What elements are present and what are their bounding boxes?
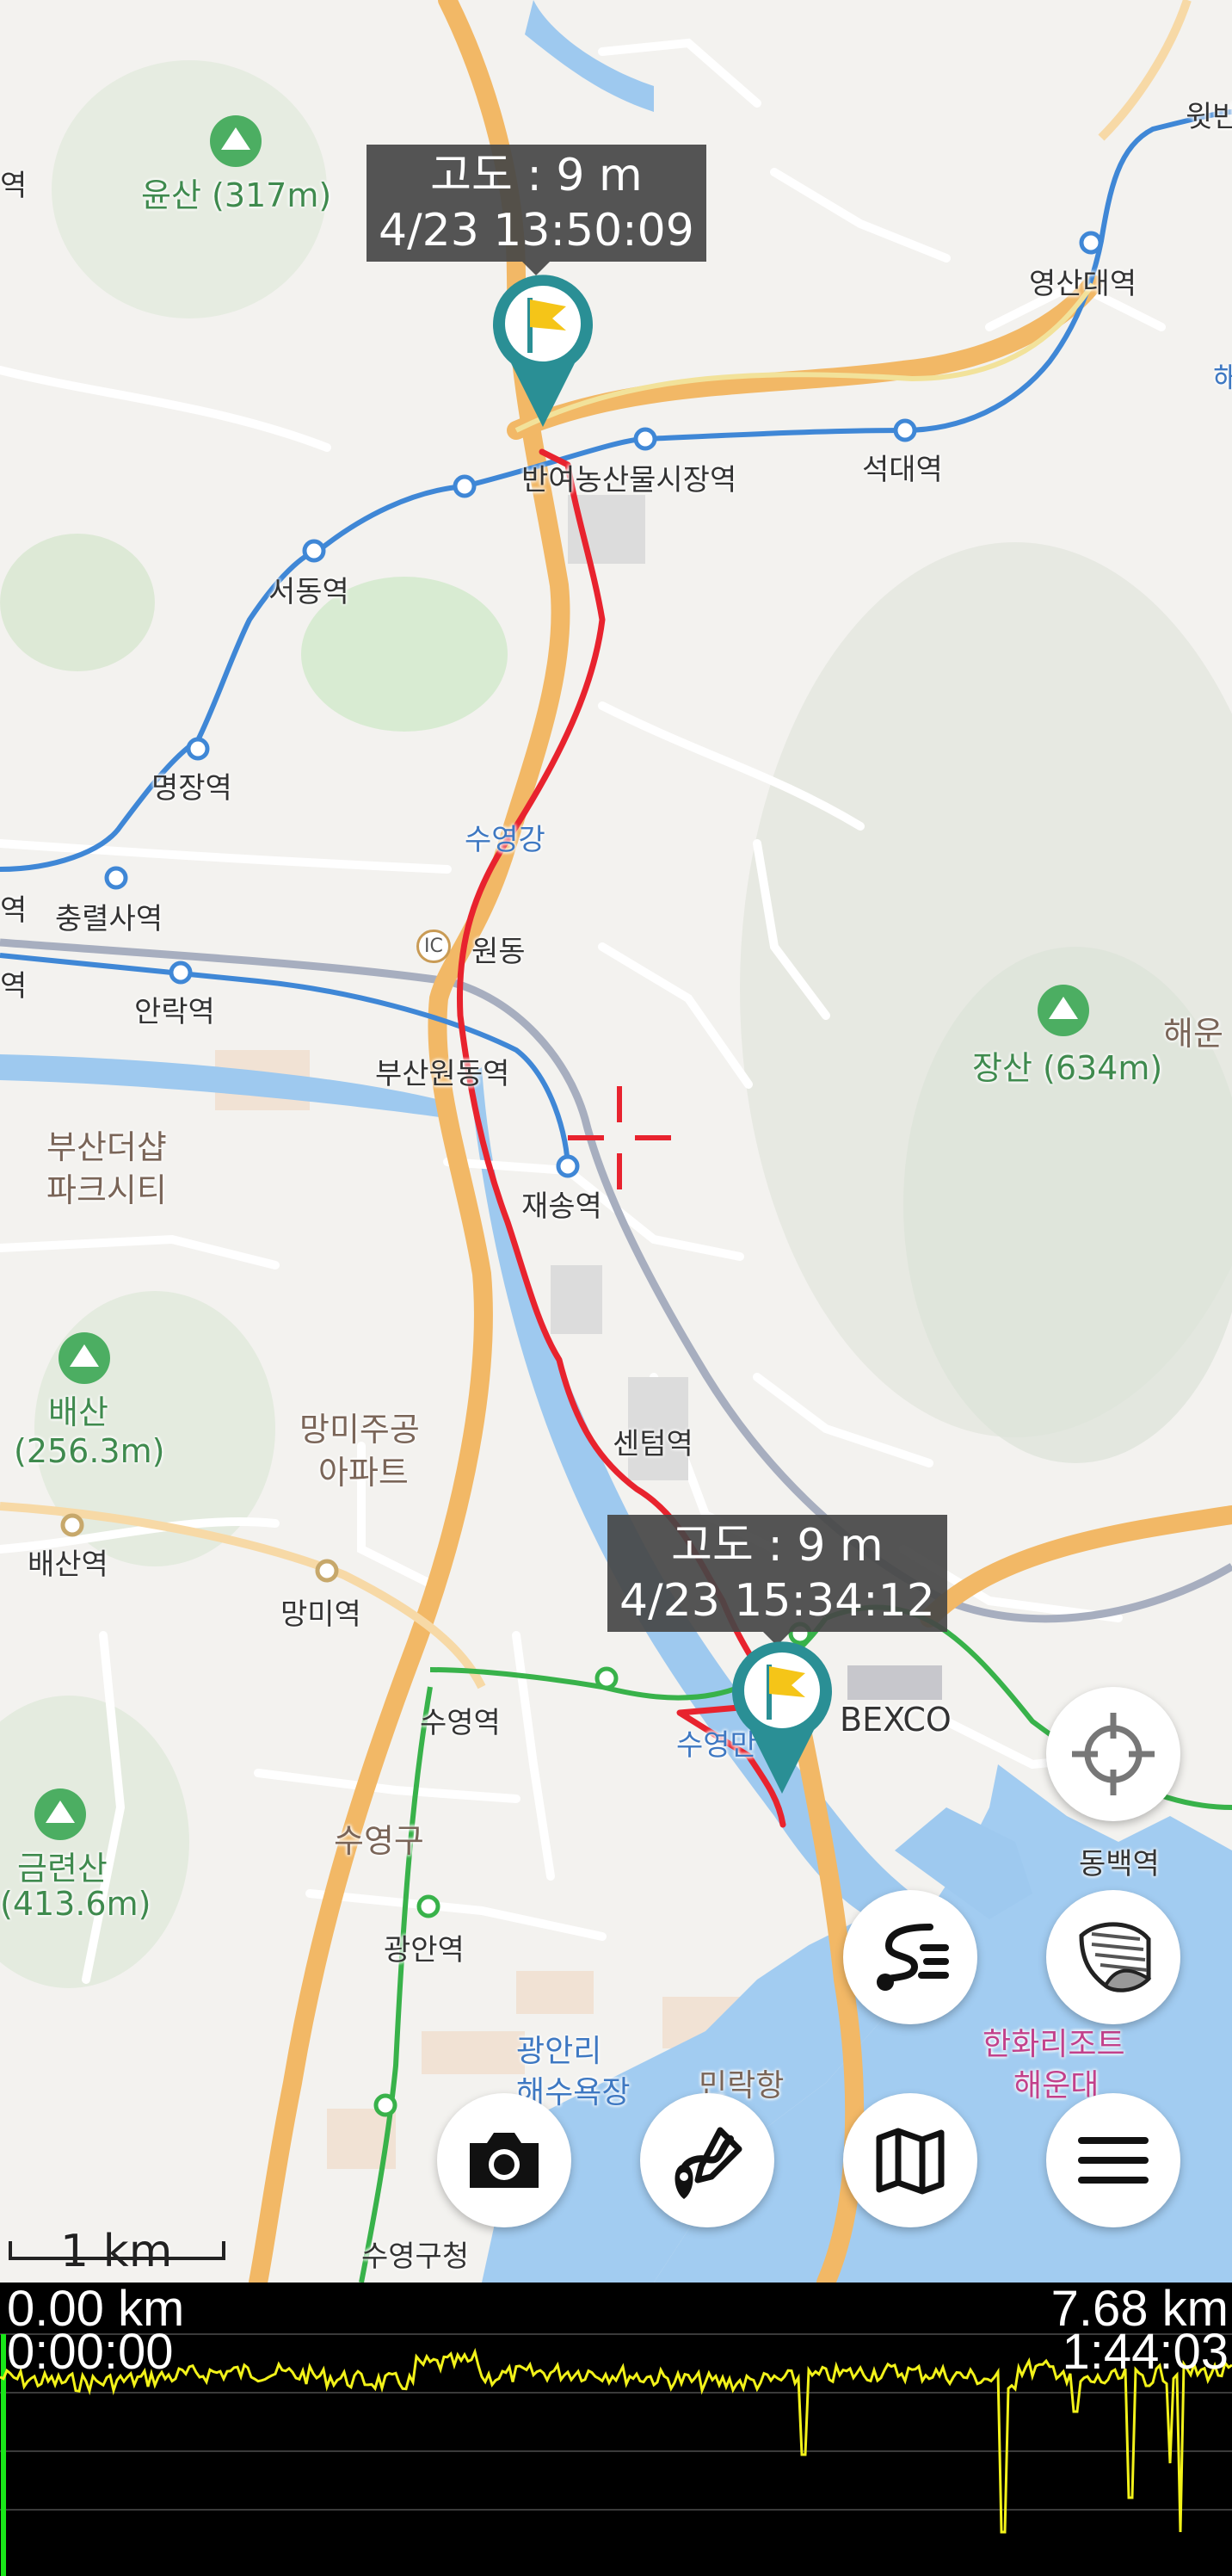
crosshair-target-icon	[1072, 1713, 1155, 1795]
station-label: 안락역	[134, 995, 215, 1029]
layer-peel-icon	[1079, 1922, 1152, 1992]
mountain-peak-icon	[59, 1332, 110, 1384]
place-label: 장산 (634m)	[972, 1049, 1163, 1087]
place-label: 수영구	[334, 1822, 424, 1860]
scale-bar	[9, 2241, 225, 2260]
end-time: 4/23 15:34:12	[619, 1575, 935, 1627]
start-flag-pin-icon[interactable]	[492, 274, 594, 427]
start-altitude: 고도 : 9 m	[430, 150, 643, 201]
place-label: BEXCO	[840, 1701, 952, 1739]
map-view[interactable]: 윤산 (317m) 윗반 영산대역 석대역 반여농산물시장역 서동역 명장역 수…	[0, 0, 1232, 2283]
river-label: 수영강	[465, 823, 545, 857]
station-label: 부산원동역	[375, 1057, 510, 1091]
menu-button[interactable]	[1046, 2093, 1180, 2227]
track-list-button[interactable]	[843, 1890, 977, 2024]
elevation-chart	[0, 2333, 1232, 2576]
end-flag-pin-icon[interactable]	[731, 1640, 833, 1794]
map-button[interactable]	[843, 2093, 977, 2227]
hamburger-menu-icon	[1078, 2137, 1149, 2184]
place-label: 윤산 (317m)	[141, 176, 332, 214]
station-label: 광안역	[384, 1933, 465, 1968]
station-label: 충렬사역	[55, 902, 163, 936]
place-label: 수영구청	[361, 2239, 470, 2274]
place-label: 부산더샵	[46, 1128, 167, 1166]
station-label: 센텀역	[613, 1427, 693, 1461]
place-label: 한화리조트	[983, 2027, 1125, 2062]
elevation-line	[0, 2347, 1232, 2534]
place-label: 금련산	[17, 1850, 108, 1887]
place-label: 역	[0, 169, 28, 203]
camera-icon	[470, 2133, 539, 2188]
station-label: 동백역	[1079, 1847, 1160, 1881]
place-label: 윗반	[1186, 100, 1232, 134]
end-marker-info: 고도 : 9 m 4/23 15:34:12	[607, 1515, 947, 1646]
ic-badge: IC	[416, 930, 451, 963]
place-label: 원동	[471, 935, 526, 969]
map-center-crosshair-icon	[568, 1086, 671, 1189]
station-label: 석대역	[862, 453, 943, 487]
place-label: (256.3m)	[14, 1432, 165, 1470]
station-label: 영산대역	[1029, 267, 1137, 301]
place-label: (413.6m)	[0, 1885, 151, 1923]
station-label: 배산역	[28, 1547, 108, 1582]
locate-button[interactable]	[1046, 1687, 1180, 1821]
place-label: 배산	[48, 1393, 108, 1431]
draw-route-icon	[675, 2127, 742, 2199]
station-label: 서동역	[268, 575, 349, 609]
place-label: 파크시티	[46, 1171, 167, 1209]
start-time: 4/23 13:50:09	[379, 205, 694, 256]
layer-button[interactable]	[1046, 1890, 1180, 2024]
place-label: 망미주공	[299, 1411, 420, 1449]
station-label: 망미역	[280, 1597, 361, 1632]
track-list-icon	[877, 1924, 949, 1991]
station-label: 역	[0, 969, 28, 1004]
profile-end-time: 1:44:03	[1062, 2324, 1229, 2380]
station-label: 역	[0, 893, 28, 928]
station-label: 반여농산물시장역	[521, 463, 737, 497]
mountain-peak-icon	[34, 1788, 86, 1840]
profile-start-time: 0:00:00	[7, 2324, 174, 2380]
start-marker-info: 고도 : 9 m 4/23 13:50:09	[367, 145, 706, 275]
camera-button[interactable]	[437, 2093, 571, 2227]
station-label: 수영역	[420, 1706, 501, 1740]
place-label: 아파트	[318, 1454, 409, 1492]
folded-map-icon	[876, 2128, 945, 2195]
draw-route-button[interactable]	[640, 2093, 774, 2227]
place-label: 해	[1213, 361, 1232, 396]
place-label: 광안리	[516, 2034, 602, 2069]
place-label: 해운	[1163, 1015, 1223, 1053]
elevation-profile[interactable]: 0.00 km 0:00:00 7.68 km 1:44:03	[0, 2283, 1232, 2576]
mountain-peak-icon	[1038, 985, 1089, 1036]
station-label: 명장역	[151, 771, 232, 806]
end-altitude: 고도 : 9 m	[671, 1520, 884, 1572]
mountain-peak-icon	[210, 115, 262, 167]
